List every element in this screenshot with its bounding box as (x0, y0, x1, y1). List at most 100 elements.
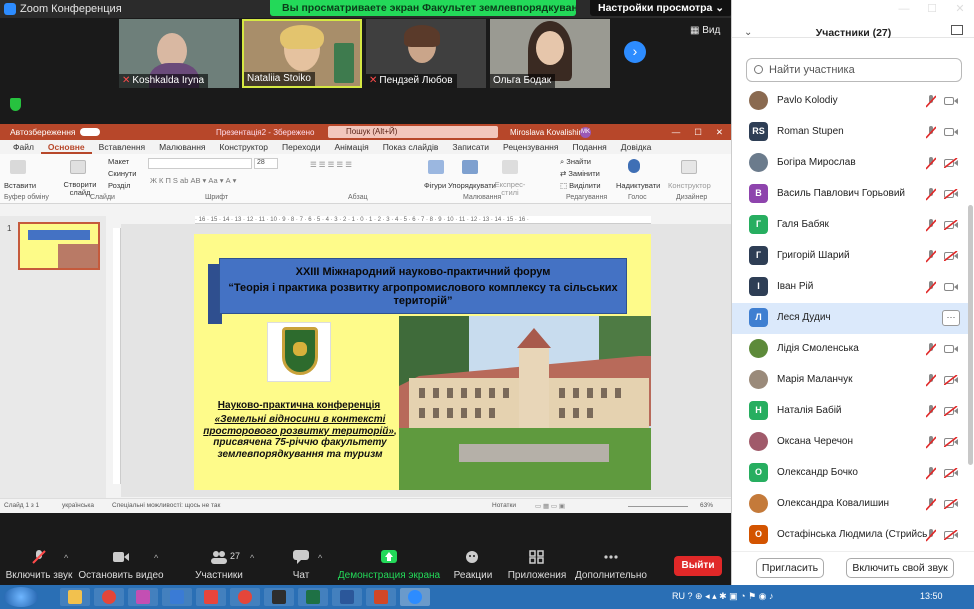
video-tile-active[interactable]: Nataliia Stoiko (242, 19, 362, 88)
mic-muted-icon[interactable] (925, 374, 937, 387)
participants-options-chevron-icon[interactable]: ^ (250, 553, 254, 563)
video-off-icon[interactable] (943, 188, 958, 200)
mic-muted-icon[interactable] (925, 157, 937, 170)
video-off-icon[interactable] (943, 374, 958, 386)
participant-row[interactable]: Олександра Ковалишин (732, 489, 968, 520)
find-button[interactable]: ⌕ Знайти (560, 157, 591, 167)
video-on-icon[interactable] (944, 127, 958, 137)
invite-button[interactable]: Пригласить (756, 558, 824, 578)
taskbar-mail[interactable] (128, 588, 158, 606)
video-off-icon[interactable] (943, 529, 958, 541)
participant-row[interactable]: Марія Маланчук (732, 365, 968, 396)
chat-options-chevron-icon[interactable]: ^ (318, 553, 322, 563)
layout-button[interactable]: Макет (108, 157, 129, 166)
taskbar-app-2[interactable] (264, 588, 294, 606)
participant-row[interactable]: Г Григорій Шарий (732, 241, 968, 272)
designer-button[interactable]: Конструктор (668, 181, 711, 190)
taskbar-chrome[interactable] (94, 588, 124, 606)
video-off-icon[interactable] (943, 467, 958, 479)
taskbar-word[interactable] (332, 588, 362, 606)
participant-row[interactable]: В Василь Павлович Горьовий (732, 179, 968, 210)
participant-row[interactable]: Г Галя Бабяк (732, 210, 968, 241)
tab-view[interactable]: Подання (565, 140, 613, 154)
font-size-box[interactable]: 28 (254, 158, 278, 169)
video-tile[interactable]: Ольга Бодак (490, 19, 610, 88)
mic-muted-icon[interactable] (925, 467, 937, 480)
shapes-icon[interactable] (428, 160, 444, 174)
video-on-icon[interactable] (944, 96, 958, 106)
mic-muted-icon[interactable] (925, 250, 937, 263)
participant-row[interactable]: Pavlo Kolodiy (732, 86, 968, 117)
mic-muted-icon[interactable] (925, 436, 937, 449)
view-options-button[interactable]: Настройки просмотра ⌄ (590, 0, 733, 16)
participant-row[interactable]: Богіра Мирослав (732, 148, 968, 179)
participant-search-input[interactable]: Найти участника (746, 58, 962, 82)
reset-button[interactable]: Скинути (108, 169, 136, 178)
participant-row[interactable]: О Остафінська Людмила (Стрийсь... (732, 520, 968, 551)
participant-row[interactable]: Н Наталія Бабій (732, 396, 968, 427)
tab-slideshow[interactable]: Показ слайдів (376, 140, 446, 154)
designer-icon[interactable] (681, 160, 697, 174)
tab-record[interactable]: Записати (445, 140, 496, 154)
participant-row[interactable]: Оксана Черечон (732, 427, 968, 458)
ppt-user-avatar[interactable]: MK (580, 127, 591, 138)
taskbar-explorer[interactable] (60, 588, 90, 606)
participant-row[interactable]: Лідія Смоленська (732, 334, 968, 365)
next-page-arrow-icon[interactable]: › (624, 41, 646, 63)
font-style-buttons[interactable]: Ж К П S ab АВ ▾ Аа ▾ А ▾ (150, 176, 236, 185)
tab-help[interactable]: Довідка (614, 140, 659, 154)
video-off-icon[interactable] (943, 157, 958, 169)
section-button[interactable]: Розділ (108, 181, 130, 190)
mic-muted-icon[interactable] (925, 126, 937, 139)
tab-insert[interactable]: Вставлення (92, 140, 152, 154)
mic-muted-icon[interactable] (925, 281, 937, 294)
shapes-button[interactable]: Фігури (424, 181, 446, 190)
video-off-icon[interactable] (943, 436, 958, 448)
slide-thumbnail[interactable] (18, 222, 100, 270)
zoom-slider[interactable] (628, 506, 688, 507)
stop-video-button[interactable]: Остановить видео (76, 535, 166, 581)
participant-row[interactable]: І Іван Рій (732, 272, 968, 303)
paste-icon[interactable] (10, 160, 26, 174)
taskbar-powerpoint[interactable] (366, 588, 396, 606)
video-tile[interactable]: ✕ Koshkalda Iryna (119, 19, 239, 88)
notes-button[interactable]: Нотатки (492, 502, 516, 509)
participant-row[interactable]: О Олександр Бочко (732, 458, 968, 489)
video-off-icon[interactable] (943, 498, 958, 510)
taskbar-zoom[interactable] (400, 588, 430, 606)
encryption-shield-icon[interactable] (10, 98, 21, 111)
mic-muted-icon[interactable] (925, 95, 937, 108)
tab-file[interactable]: Файл (6, 140, 41, 154)
tab-design[interactable]: Конструктор (213, 140, 275, 154)
mic-muted-icon[interactable] (925, 529, 937, 542)
taskbar-excel[interactable] (298, 588, 328, 606)
video-off-icon[interactable] (943, 405, 958, 417)
maximize-icon[interactable]: ☐ (694, 124, 702, 140)
accessibility-status[interactable]: Спеціальні можливості: щось не так (112, 502, 220, 509)
video-tile[interactable]: ✕ Пендзей Любов (366, 19, 486, 88)
minimize-icon[interactable]: — (672, 124, 681, 140)
tab-draw[interactable]: Малювання (152, 140, 212, 154)
arrange-icon[interactable] (462, 160, 478, 174)
font-name-box[interactable] (148, 158, 252, 169)
panel-scrollbar[interactable] (968, 205, 973, 465)
clock[interactable]: 13:50 (920, 591, 943, 601)
tab-animation[interactable]: Анімація (328, 140, 376, 154)
mic-muted-icon[interactable] (925, 188, 937, 201)
more-button[interactable]: Дополнительно (566, 535, 656, 581)
view-button[interactable]: ▦ Вид (690, 25, 720, 36)
language-indicator[interactable]: RU (672, 591, 685, 601)
slide[interactable]: XXIII Міжнародний науково-практичний фор… (194, 234, 651, 490)
paste-button[interactable]: Вставити (4, 181, 36, 190)
close-icon[interactable]: ✕ (716, 124, 723, 140)
video-on-icon[interactable] (944, 282, 958, 292)
video-on-icon[interactable] (944, 344, 958, 354)
mic-muted-icon[interactable] (925, 219, 937, 232)
participant-row[interactable]: RS Roman Stupen (732, 117, 968, 148)
video-off-icon[interactable] (943, 219, 958, 231)
taskbar-app[interactable] (162, 588, 192, 606)
popout-icon[interactable] (951, 25, 963, 35)
new-slide-icon[interactable] (70, 160, 86, 174)
taskbar-chrome-2[interactable] (230, 588, 260, 606)
video-options-chevron-icon[interactable]: ^ (154, 553, 158, 563)
